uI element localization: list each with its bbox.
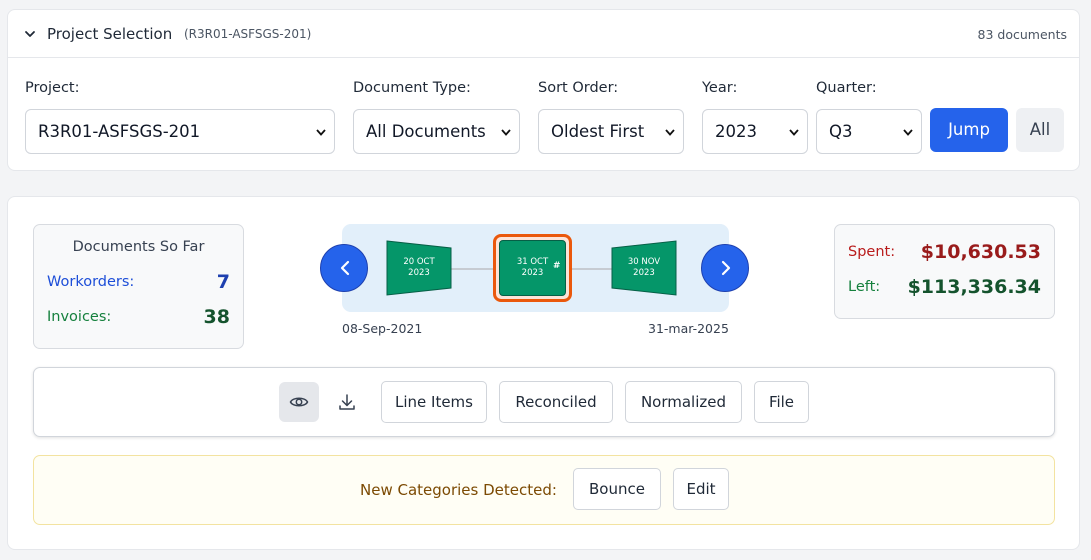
chevron-down-icon [665, 129, 675, 136]
chevron-down-icon [501, 129, 511, 136]
sort-order-value: Oldest First [551, 122, 645, 141]
spent-label: Spent: [848, 244, 896, 260]
document-toolbar: Line Items Reconciled Normalized File [33, 367, 1055, 437]
project-selection-panel: Project Selection (R3R01-ASFSGS-201) 83 … [7, 9, 1080, 171]
eye-icon [289, 397, 309, 407]
file-button[interactable]: File [754, 381, 809, 423]
project-select[interactable]: R3R01-ASFSGS-201 [25, 109, 335, 154]
edit-button[interactable]: Edit [673, 468, 729, 510]
document-overview-panel: Documents So Far Workorders: 7 Invoices:… [7, 196, 1080, 550]
download-icon [339, 394, 355, 410]
document-type-value: All Documents [366, 122, 486, 141]
invoices-label: Invoices: [47, 309, 112, 325]
workorders-label: Workorders: [47, 274, 135, 290]
timeline-prev-button[interactable] [320, 244, 368, 292]
reconciled-button[interactable]: Reconciled [499, 381, 613, 423]
download-button[interactable] [327, 382, 367, 422]
quarter-select[interactable]: Q3 [816, 109, 922, 154]
node-year: 2023 [408, 268, 430, 278]
normalized-button[interactable]: Normalized [625, 381, 742, 423]
documents-so-far-title: Documents So Far [72, 239, 205, 255]
chevron-down-icon [789, 129, 799, 136]
project-label: Project: [25, 80, 80, 96]
document-type-select[interactable]: All Documents [353, 109, 520, 154]
chevron-left-icon [340, 260, 350, 276]
new-categories-alert: New Categories Detected: Bounce Edit [33, 455, 1055, 525]
chevron-down-icon [903, 129, 913, 136]
sort-order-select[interactable]: Oldest First [538, 109, 684, 154]
budget-box: Spent: $10,630.53 Left: $113,336.34 [834, 224, 1055, 319]
timeline-next-button[interactable] [701, 244, 749, 292]
quarter-label: Quarter: [816, 80, 877, 96]
left-label: Left: [848, 279, 881, 295]
document-type-label: Document Type: [353, 80, 471, 96]
workorders-count: 7 [216, 271, 230, 293]
chevron-right-icon [721, 260, 731, 276]
node-day: 20 OCT [403, 257, 435, 267]
all-button[interactable]: All [1016, 108, 1064, 152]
year-select[interactable]: 2023 [702, 109, 808, 154]
timeline-start-date: 08-Sep-2021 [342, 321, 423, 336]
timeline-node[interactable]: 30 NOV 2023 [611, 240, 677, 296]
node-year: 2023 [633, 268, 655, 278]
project-selection-header[interactable]: Project Selection (R3R01-ASFSGS-201) 83 … [8, 10, 1079, 58]
timeline-connector [568, 268, 616, 270]
invoices-count: 38 [203, 306, 230, 328]
document-count: 83 documents [977, 27, 1067, 42]
left-value: $113,336.34 [907, 276, 1041, 298]
spent-value: $10,630.53 [920, 241, 1041, 263]
view-button[interactable] [279, 382, 319, 422]
bounce-button[interactable]: Bounce [573, 468, 661, 510]
year-label: Year: [702, 80, 738, 96]
node-day: 30 NOV [627, 257, 661, 267]
hash-icon: # [553, 261, 561, 271]
quarter-value: Q3 [829, 122, 853, 141]
chevron-down-icon[interactable] [23, 27, 37, 41]
project-code: (R3R01-ASFSGS-201) [184, 27, 312, 41]
project-selection-title: Project Selection [47, 25, 173, 43]
timeline-node[interactable]: 20 OCT 2023 [386, 240, 452, 296]
year-value: 2023 [715, 122, 757, 141]
chevron-down-icon [316, 129, 326, 136]
documents-so-far-box: Documents So Far Workorders: 7 Invoices:… [33, 224, 244, 349]
jump-button[interactable]: Jump [930, 108, 1008, 152]
timeline-end-date: 31-mar-2025 [648, 321, 729, 336]
new-categories-text: New Categories Detected: [360, 481, 557, 499]
sort-order-label: Sort Order: [538, 80, 619, 96]
project-select-value: R3R01-ASFSGS-201 [38, 122, 201, 141]
line-items-button[interactable]: Line Items [381, 381, 487, 423]
